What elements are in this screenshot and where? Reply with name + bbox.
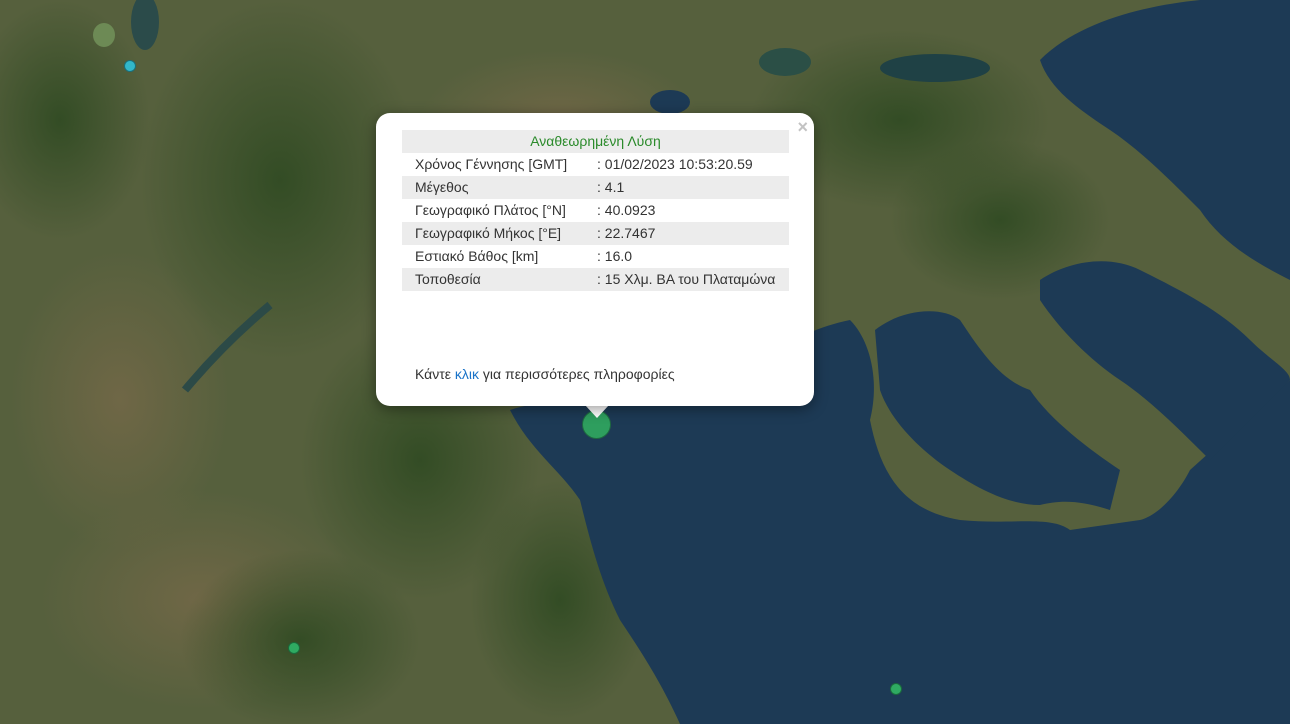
earthquake-marker-green[interactable] bbox=[890, 683, 902, 695]
popup-tip bbox=[585, 405, 609, 418]
lake bbox=[650, 90, 690, 114]
earthquake-details-table: Αναθεωρημένη Λύση Χρόνος Γέννησης [GMT] … bbox=[402, 130, 789, 291]
lake bbox=[759, 48, 811, 76]
location-value: : 15 Χλμ. ΒΑ του Πλαταμώνα bbox=[593, 268, 789, 291]
more-info-suffix: για περισσότερες πληροφορίες bbox=[479, 366, 675, 382]
longitude-label: Γεωγραφικό Μήκος [°E] bbox=[402, 222, 593, 245]
earthquake-marker-cyan[interactable] bbox=[124, 60, 136, 72]
depth-value: : 16.0 bbox=[597, 248, 633, 264]
table-row: Τοποθεσία : 15 Χλμ. ΒΑ του Πλαταμώνα bbox=[402, 268, 789, 291]
lake bbox=[880, 54, 990, 82]
close-icon[interactable]: × bbox=[797, 117, 808, 137]
table-row: Γεωγραφικό Πλάτος [°N] : 40.0923 bbox=[402, 199, 789, 222]
earthquake-info-popup: × Αναθεωρημένη Λύση Χρόνος Γέννησης [GMT… bbox=[376, 113, 814, 406]
table-row: Μέγεθος : 4.1 bbox=[402, 176, 789, 199]
more-info-link[interactable]: κλικ bbox=[455, 366, 479, 382]
table-row: Χρόνος Γέννησης [GMT] : 01/02/2023 10:53… bbox=[402, 153, 789, 176]
longitude-value: : 22.7467 bbox=[593, 222, 789, 245]
earthquake-marker-green[interactable] bbox=[288, 642, 300, 654]
popup-header: Αναθεωρημένη Λύση bbox=[402, 130, 789, 153]
origin-time-value: : 01/02/2023 10:53:20.59 bbox=[597, 156, 753, 172]
latitude-value: : 40.0923 bbox=[597, 202, 656, 218]
magnitude-label: Μέγεθος bbox=[402, 176, 593, 199]
lake bbox=[93, 23, 115, 47]
more-info-prefix: Κάντε bbox=[415, 366, 455, 382]
more-info-text: Κάντε κλικ για περισσότερες πληροφορίες bbox=[415, 366, 675, 382]
magnitude-value: : 4.1 bbox=[593, 176, 789, 199]
depth-label: Εστιακό Βάθος [km] bbox=[415, 248, 539, 264]
latitude-label: Γεωγραφικό Πλάτος [°N] bbox=[415, 202, 566, 218]
origin-time-label: Χρόνος Γέννησης [GMT] bbox=[415, 156, 568, 172]
table-row: Εστιακό Βάθος [km] : 16.0 bbox=[402, 245, 789, 268]
table-row: Γεωγραφικό Μήκος [°E] : 22.7467 bbox=[402, 222, 789, 245]
location-label: Τοποθεσία bbox=[402, 268, 593, 291]
